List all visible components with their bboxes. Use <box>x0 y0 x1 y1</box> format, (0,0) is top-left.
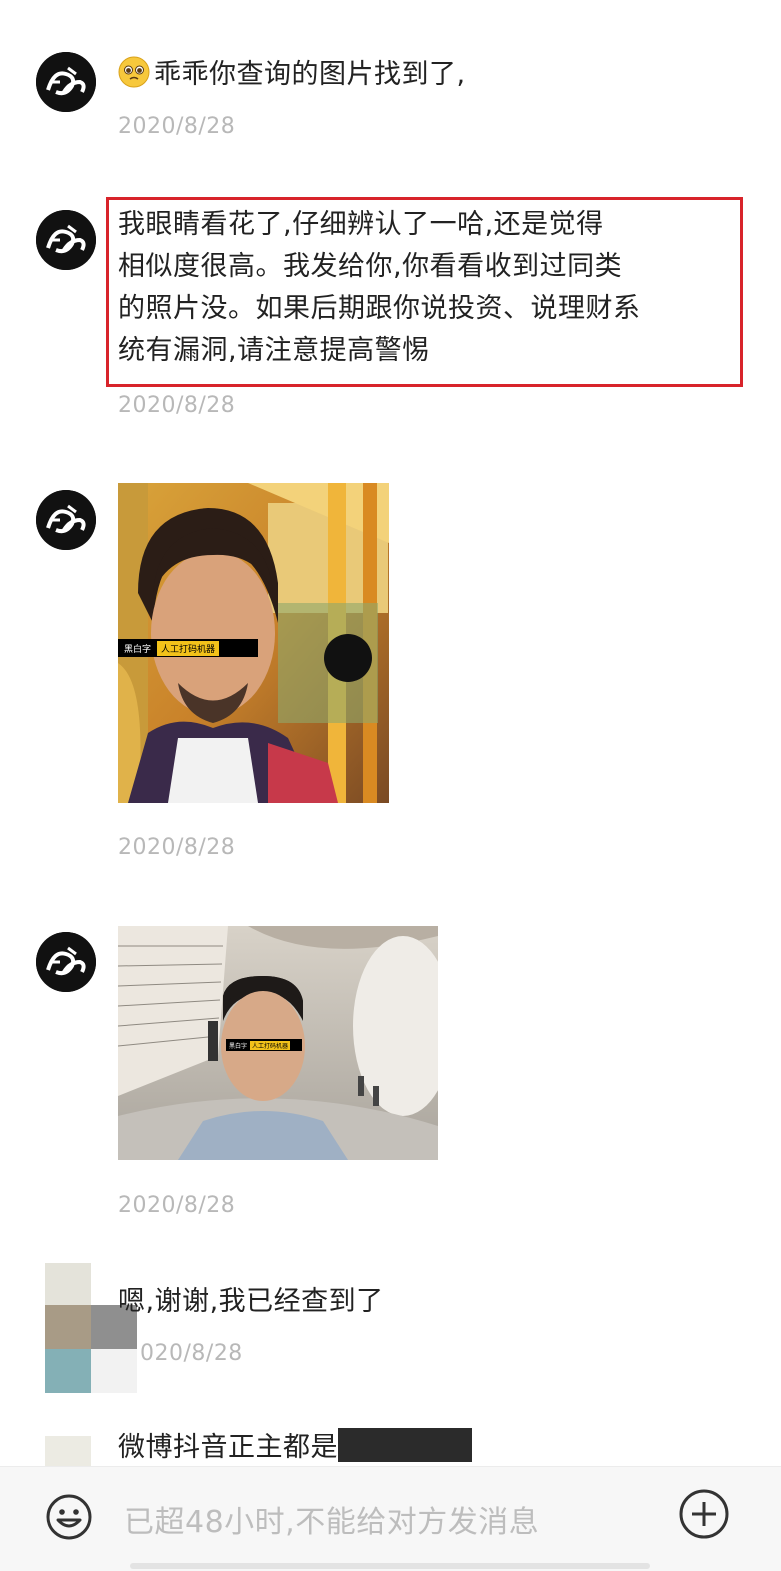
sender-avatar[interactable] <box>36 490 96 550</box>
message-line: 我眼睛看花了,仔细辨认了一哈,还是觉得 <box>118 209 604 240</box>
pleading-face-emoji-icon <box>118 56 150 88</box>
photo-message[interactable]: 黑白字 人工打码机器 <box>118 926 438 1160</box>
redaction-block <box>338 1428 472 1462</box>
home-indicator <box>130 1563 650 1569</box>
photo-message[interactable]: 黑白字 人工打码机器 <box>118 483 389 803</box>
message-text: 微博抖音正主都是 <box>118 1427 472 1469</box>
censor-watermark-tag: 人工打码机器 <box>157 640 220 656</box>
censor-bar: 黑白字 人工打码机器 <box>118 639 258 657</box>
emoji-face-icon[interactable] <box>44 1492 94 1542</box>
message-line: 相似度很高。我发给你,你看看收到过同类 <box>118 251 623 282</box>
message-line: 的照片没。如果后期跟你说投资、说理财系 <box>118 293 641 324</box>
timestamp: 2020/8/28 <box>118 114 236 139</box>
plus-circle-icon[interactable] <box>677 1487 731 1541</box>
input-bar: 已超48小时,不能给对方发消息 <box>0 1466 781 1571</box>
message-6-text: 微博抖音正主都是 <box>118 1432 338 1463</box>
timestamp: 2020/8/28 <box>118 835 236 860</box>
message-text: 乖乖你查询的图片找到了, <box>118 54 466 96</box>
sender-avatar[interactable] <box>36 932 96 992</box>
timestamp: 2020/8/28 <box>118 1193 236 1218</box>
avatar-logo-icon <box>36 210 96 270</box>
timestamp: 2020/8/28 <box>118 393 236 418</box>
sender-avatar[interactable] <box>36 210 96 270</box>
censor-watermark-left: 黑白字 <box>124 644 152 655</box>
message-text: 我眼睛看花了,仔细辨认了一哈,还是觉得 相似度很高。我发给你,你看看收到过同类 … <box>118 204 641 372</box>
message-1-text: 乖乖你查询的图片找到了, <box>154 59 466 90</box>
timestamp: 020/8/28 <box>140 1341 243 1366</box>
censor-bar: 黑白字 人工打码机器 <box>226 1039 302 1051</box>
sender-avatar[interactable] <box>36 52 96 112</box>
avatar-logo-icon <box>36 932 96 992</box>
avatar-logo-icon <box>36 52 96 112</box>
avatar-logo-icon <box>36 490 96 550</box>
censor-watermark-left: 黑白字 <box>229 1042 248 1050</box>
message-line: 统有漏洞,请注意提高警惕 <box>118 335 430 366</box>
disabled-input-hint[interactable]: 已超48小时,不能给对方发消息 <box>124 1497 539 1541</box>
censor-watermark-tag: 人工打码机器 <box>250 1040 291 1050</box>
message-text: 嗯,谢谢,我已经查到了 <box>118 1286 384 1317</box>
